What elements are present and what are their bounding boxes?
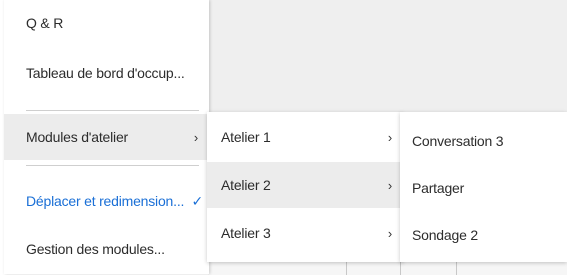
submenu-item-atelier-1[interactable]: Atelier 1 ›: [207, 114, 403, 160]
submenu-item-atelier-3[interactable]: Atelier 3 ›: [207, 210, 403, 256]
menu-item-label: Q & R: [26, 15, 64, 31]
submenu-workshops: Atelier 1 › Atelier 2 › Atelier 3 ›: [207, 112, 403, 262]
menu-item-occupancy-dashboard[interactable]: Tableau de bord d'occup...: [4, 50, 209, 96]
submenu-item-label: Sondage 2: [412, 227, 478, 243]
submenu-modules: Conversation 3 Partager Sondage 2: [400, 112, 567, 262]
submenu-item-conversation-3[interactable]: Conversation 3: [400, 118, 567, 164]
submenu-item-label: Conversation 3: [412, 133, 504, 149]
menu-item-label: Modules d'atelier: [26, 129, 128, 145]
chevron-right-icon: ›: [193, 129, 199, 145]
submenu-item-label: Atelier 3: [221, 225, 271, 241]
menu-item-q-and-r[interactable]: Q & R: [4, 0, 209, 46]
menu-item-move-resize[interactable]: Déplacer et redimension... ✓: [4, 178, 209, 224]
submenu-item-partager[interactable]: Partager: [400, 165, 567, 211]
submenu-item-label: Atelier 2: [221, 177, 271, 193]
app-window: Q & R Tableau de bord d'occup... Modules…: [0, 0, 567, 275]
menu-item-label: Gestion des modules...: [26, 241, 165, 257]
menu-item-label: Tableau de bord d'occup...: [26, 65, 185, 81]
menu-item-module-management[interactable]: Gestion des modules...: [4, 226, 209, 272]
context-menu: Q & R Tableau de bord d'occup... Modules…: [4, 0, 209, 274]
submenu-item-label: Partager: [412, 180, 465, 196]
submenu-item-sondage-2[interactable]: Sondage 2: [400, 212, 567, 258]
menu-divider: [26, 165, 199, 166]
menu-item-label: Déplacer et redimension...: [26, 193, 185, 209]
menu-item-workshop-modules[interactable]: Modules d'atelier ›: [4, 114, 209, 160]
submenu-item-label: Atelier 1: [221, 129, 271, 145]
menu-divider: [26, 110, 199, 111]
submenu-item-atelier-2[interactable]: Atelier 2 ›: [207, 162, 403, 208]
